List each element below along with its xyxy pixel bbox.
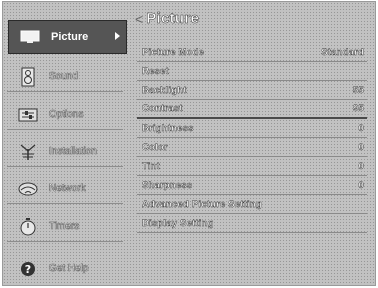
sidebar-item-label: Timers [49,221,80,232]
setting-label: Sharpness [142,179,193,191]
setting-color[interactable]: Color 0 [137,138,367,157]
setting-brightness[interactable]: Brightness 0 [137,119,367,138]
sidebar: Picture Sound Options Installation Netwo… [3,2,127,285]
sidebar-item-label: Sound [49,71,78,82]
setting-reset[interactable]: Reset [137,62,367,81]
speaker-icon [17,67,39,87]
svg-text:?: ? [25,263,31,276]
setting-value: Standard [321,46,364,58]
setting-sharpness[interactable]: Sharpness 0 [137,176,367,195]
page-title: Picture [146,10,200,28]
setting-label: Advanced Picture Setting [142,198,262,210]
setting-value: 0 [358,160,364,172]
setting-label: Display Setting [142,217,214,229]
sidebar-item-label: Network [49,183,86,194]
panel-header: < Picture [135,10,200,28]
timer-icon [17,217,39,237]
sidebar-item-label: Installation [49,146,97,157]
sidebar-item-get-help[interactable]: ? Get Help [7,254,123,283]
sidebar-item-label: Options [49,109,84,120]
setting-value: 0 [358,141,364,153]
settings-list: Picture Mode Standard Reset Backlight 55… [137,43,367,233]
tv-screen-icon [19,27,41,47]
setting-label: Contrast [142,103,183,114]
setting-value: 55 [353,84,364,96]
sidebar-item-installation[interactable]: Installation [7,137,123,167]
setting-label: Tint [142,160,161,172]
setting-advanced-picture[interactable]: Advanced Picture Setting [137,195,367,214]
setting-tint[interactable]: Tint 0 [137,157,367,176]
chevron-left-icon[interactable]: < [135,12,143,26]
setting-value: 0 [358,122,364,134]
setting-label: Color [142,141,168,153]
sidebar-item-options[interactable]: Options [7,100,123,130]
picture-settings-panel: < Picture Picture Mode Standard Reset Ba… [129,2,375,285]
sidebar-item-picture[interactable]: Picture [8,20,127,54]
help-icon: ? [17,259,39,279]
network-icon [17,179,39,199]
antenna-icon [17,142,39,162]
chevron-right-icon [115,32,120,40]
sidebar-item-timers[interactable]: Timers [7,212,123,242]
options-icon [17,105,39,125]
sidebar-item-sound[interactable]: Sound [7,62,123,92]
setting-label: Reset [142,65,169,77]
setting-label: Picture Mode [142,46,205,58]
setting-picture-mode[interactable]: Picture Mode Standard [137,43,367,62]
setting-contrast[interactable]: Contrast 95 [137,100,367,119]
setting-value: 0 [358,179,364,191]
setting-backlight[interactable]: Backlight 55 [137,81,367,100]
tv-menu-screen: Picture Sound Options Installation Netwo… [2,1,376,286]
sidebar-item-label: Picture [51,31,89,43]
setting-label: Brightness [142,122,194,134]
setting-value: 95 [353,103,364,114]
setting-label: Backlight [142,84,187,96]
sidebar-item-label: Get Help [49,263,89,274]
setting-display[interactable]: Display Setting [137,214,367,233]
sidebar-item-network[interactable]: Network [7,174,123,204]
